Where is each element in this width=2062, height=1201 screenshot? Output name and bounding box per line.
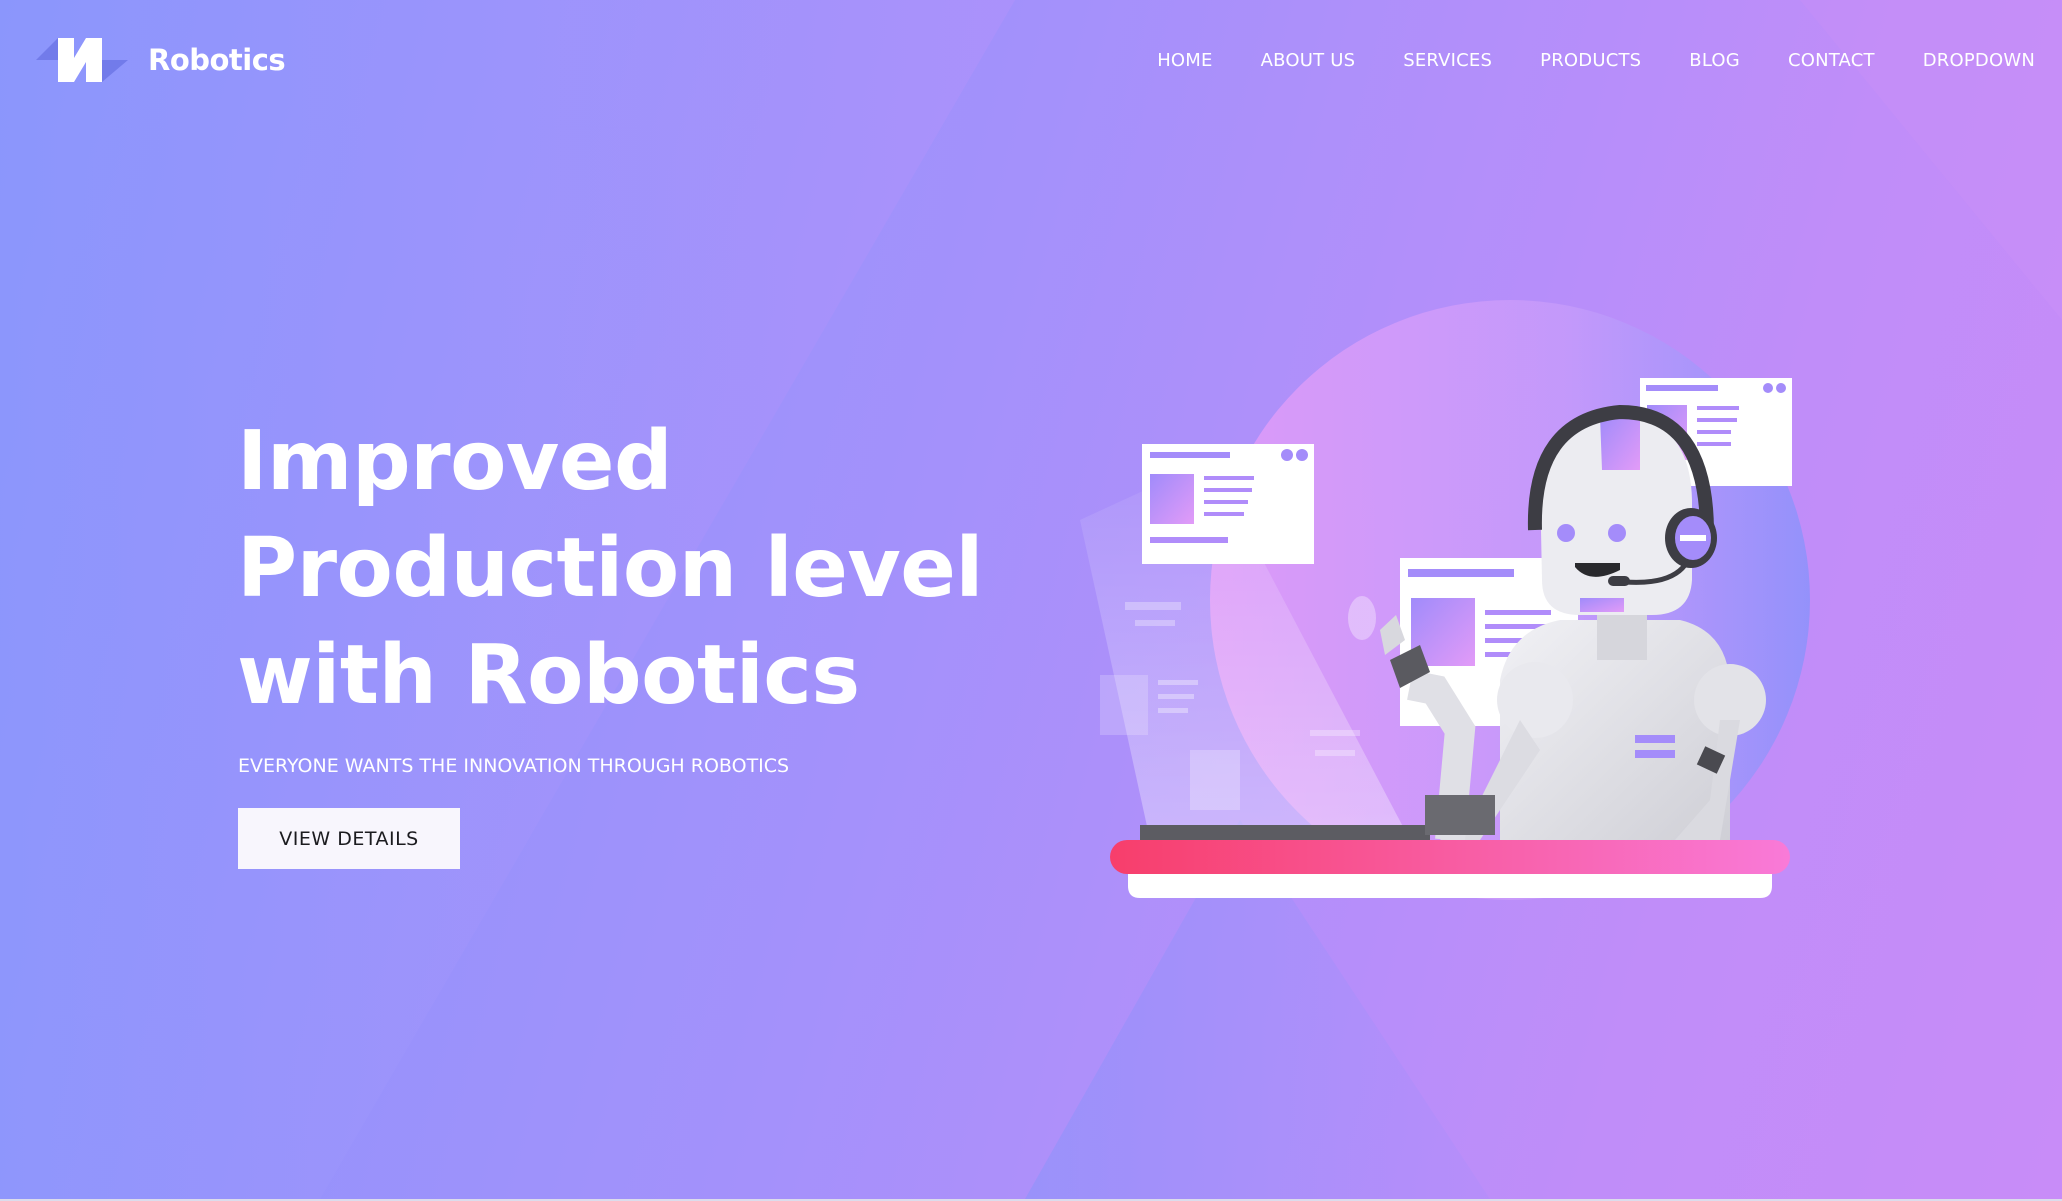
- nav-services[interactable]: SERVICES: [1403, 50, 1492, 71]
- hero-subheadline: EVERYONE WANTS THE INNOVATION THROUGH RO…: [238, 755, 790, 777]
- hero-headline: Improved Production level with Robotics: [237, 408, 1057, 729]
- nav-dropdown[interactable]: DROPDOWN: [1923, 50, 2035, 71]
- robot-with-headset-illustration: [1080, 300, 1810, 900]
- view-details-button[interactable]: VIEW DETAILS: [238, 808, 460, 869]
- hero-section: Robotics HOME ABOUT US SERVICES PRODUCTS…: [0, 0, 2062, 1199]
- robotics-logo-icon: [36, 38, 128, 82]
- nav-products[interactable]: PRODUCTS: [1540, 50, 1641, 71]
- brand-logo[interactable]: Robotics: [36, 36, 286, 84]
- hero-headline-line-3: with Robotics: [237, 628, 860, 723]
- main-navigation: HOME ABOUT US SERVICES PRODUCTS BLOG CON…: [1157, 50, 2035, 71]
- nav-home[interactable]: HOME: [1157, 50, 1212, 71]
- nav-about-us[interactable]: ABOUT US: [1261, 50, 1356, 71]
- nav-blog[interactable]: BLOG: [1689, 50, 1740, 71]
- hero-headline-line-1: Improved: [237, 414, 673, 509]
- brand-name: Robotics: [148, 43, 286, 77]
- nav-contact[interactable]: CONTACT: [1788, 50, 1875, 71]
- hero-headline-line-2: Production level: [237, 521, 984, 616]
